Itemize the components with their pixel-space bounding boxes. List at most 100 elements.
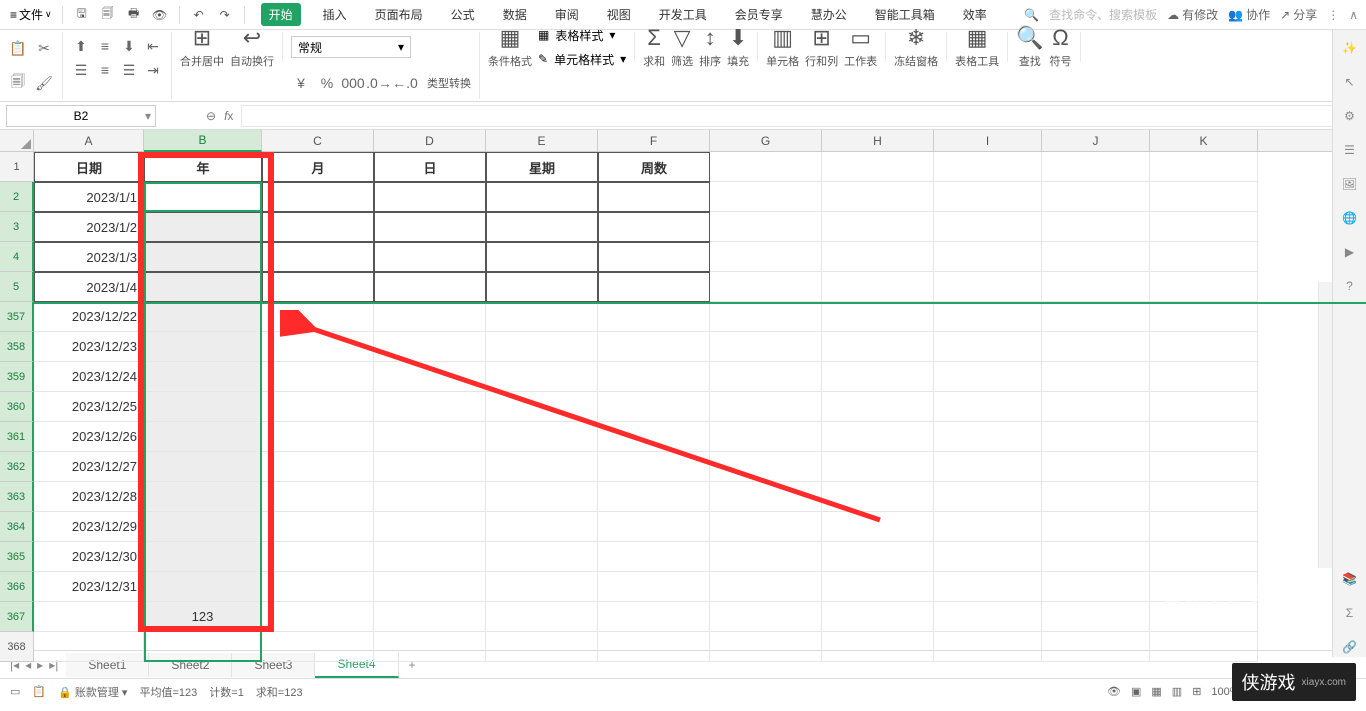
cell[interactable] (486, 242, 598, 272)
cell[interactable] (934, 392, 1042, 422)
cell[interactable] (598, 272, 710, 302)
row-header[interactable]: 357 (0, 302, 34, 332)
freeze-button[interactable]: ❄冻结窗格 (894, 25, 938, 69)
col-B[interactable]: B (144, 130, 262, 152)
search-hint[interactable]: 查找命令、搜索模板 (1049, 6, 1157, 23)
cell[interactable] (934, 332, 1042, 362)
col-K[interactable]: K (1150, 130, 1258, 152)
cell[interactable] (934, 542, 1042, 572)
cell[interactable]: 2023/12/24 (34, 362, 144, 392)
align-center-icon[interactable]: ≡ (95, 60, 115, 80)
cell[interactable] (822, 212, 934, 242)
row-header[interactable]: 358 (0, 332, 34, 362)
vertical-scrollbar[interactable] (1318, 282, 1332, 568)
currency-icon[interactable]: ¥ (291, 73, 311, 93)
dec-inc-icon[interactable]: .0→ (369, 73, 389, 93)
cell[interactable] (34, 602, 144, 632)
cell[interactable]: 2023/12/27 (34, 452, 144, 482)
cell[interactable] (822, 182, 934, 212)
cell[interactable] (1150, 632, 1258, 662)
cell[interactable]: 月 (262, 152, 374, 182)
align-mid-icon[interactable]: ≡ (95, 36, 115, 56)
print-preview-icon[interactable]: 👁 (149, 4, 171, 26)
cell[interactable]: 2023/1/1 (34, 182, 144, 212)
redo-icon[interactable]: ↷ (214, 4, 236, 26)
cell[interactable] (1042, 182, 1150, 212)
align-left-icon[interactable]: ☰ (71, 60, 91, 80)
sp-globe-icon[interactable]: 🌐 (1340, 208, 1360, 228)
cell[interactable]: 2023/12/30 (34, 542, 144, 572)
sp-lib-icon[interactable]: 📚 (1340, 569, 1360, 589)
cell[interactable] (1042, 332, 1150, 362)
col-D[interactable]: D (374, 130, 486, 152)
cell[interactable]: 2023/1/3 (34, 242, 144, 272)
select-all-corner[interactable] (0, 130, 34, 151)
cell[interactable]: 2023/12/28 (34, 482, 144, 512)
cell[interactable] (374, 542, 486, 572)
tab-eff[interactable]: 效率 (957, 2, 993, 27)
tab-insert[interactable]: 插入 (317, 2, 353, 27)
cut-icon[interactable]: ✂ (34, 38, 54, 58)
tab-ai[interactable]: 智能工具箱 (869, 2, 941, 27)
cell[interactable] (934, 152, 1042, 182)
cell[interactable] (710, 242, 822, 272)
cell[interactable] (262, 242, 374, 272)
formula-input[interactable] (241, 105, 1358, 127)
cell[interactable] (486, 272, 598, 302)
cell[interactable] (1150, 212, 1258, 242)
cell[interactable] (34, 632, 144, 662)
cell[interactable] (1150, 452, 1258, 482)
sheet-button[interactable]: ▭工作表 (844, 25, 877, 69)
cell[interactable] (1042, 242, 1150, 272)
row-header[interactable]: 367 (0, 602, 34, 632)
tab-dev[interactable]: 开发工具 (653, 2, 713, 27)
wrap-button[interactable]: ↩自动换行 (230, 25, 274, 69)
cell[interactable] (144, 362, 262, 392)
cell[interactable] (262, 212, 374, 242)
cell[interactable] (374, 572, 486, 602)
cell[interactable] (934, 572, 1042, 602)
col-C[interactable]: C (262, 130, 374, 152)
cell[interactable] (1042, 452, 1150, 482)
cell[interactable] (374, 602, 486, 632)
row-header[interactable]: 362 (0, 452, 34, 482)
cell[interactable] (1042, 482, 1150, 512)
row-header[interactable]: 361 (0, 422, 34, 452)
cell[interactable] (262, 632, 374, 662)
cell[interactable] (1042, 572, 1150, 602)
cell[interactable] (486, 212, 598, 242)
cell[interactable] (934, 272, 1042, 302)
cell[interactable] (710, 152, 822, 182)
cloud-status[interactable]: ☁ 有修改 (1167, 6, 1218, 23)
cell[interactable] (598, 242, 710, 272)
cell[interactable] (598, 632, 710, 662)
cell[interactable] (1042, 512, 1150, 542)
find-button[interactable]: 🔍查找 (1016, 25, 1043, 69)
undo-icon[interactable]: ↶ (188, 4, 210, 26)
cell[interactable] (144, 452, 262, 482)
cell[interactable]: 日 (374, 152, 486, 182)
cell[interactable] (822, 542, 934, 572)
cell[interactable] (144, 182, 262, 212)
cell[interactable] (1150, 512, 1258, 542)
col-H[interactable]: H (822, 130, 934, 152)
cell[interactable] (710, 212, 822, 242)
format-painter-icon[interactable]: 🖌 (34, 73, 54, 93)
cell[interactable] (710, 182, 822, 212)
cell[interactable] (1150, 392, 1258, 422)
copy-icon[interactable]: 🗐 (8, 73, 28, 93)
cell[interactable] (822, 242, 934, 272)
tab-start[interactable]: 开始 (261, 3, 301, 26)
cell[interactable] (144, 512, 262, 542)
indent-inc-icon[interactable]: ⇥ (143, 60, 163, 80)
cell[interactable] (144, 572, 262, 602)
merge-button[interactable]: ⊞合并居中 (180, 25, 224, 69)
table-style-button[interactable]: ▦表格样式▾ (538, 23, 626, 47)
cell[interactable] (486, 602, 598, 632)
percent-icon[interactable]: % (317, 73, 337, 93)
cell[interactable] (934, 362, 1042, 392)
cell[interactable] (598, 212, 710, 242)
cell[interactable]: 日期 (34, 152, 144, 182)
mode-icon[interactable]: ▭ (10, 685, 20, 698)
col-I[interactable]: I (934, 130, 1042, 152)
